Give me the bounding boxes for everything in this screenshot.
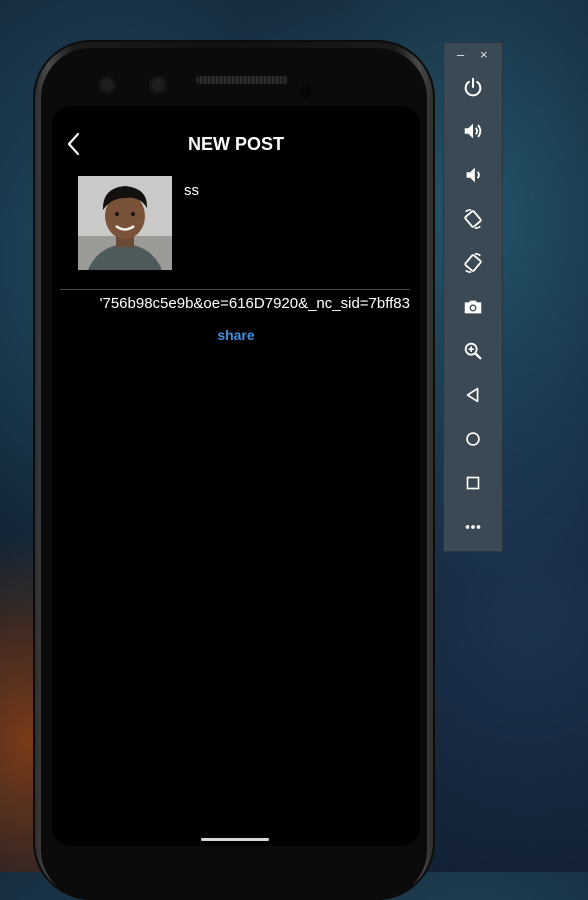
rotate-left-icon [464, 209, 482, 229]
volume-up-icon [464, 123, 482, 139]
back-button[interactable] [444, 380, 502, 410]
more-icon [465, 525, 481, 529]
person-photo [78, 176, 172, 270]
front-camera-left [98, 76, 116, 94]
screenshot-button[interactable] [444, 292, 502, 322]
close-button[interactable]: × [480, 47, 488, 62]
volume-down-button[interactable] [444, 160, 502, 190]
overview-square-icon [466, 476, 480, 490]
volume-down-icon [466, 167, 480, 183]
post-caption[interactable]: ss [184, 182, 199, 199]
volume-up-button[interactable] [444, 116, 502, 146]
home-circle-icon [466, 432, 480, 446]
power-icon [464, 77, 482, 97]
overview-button[interactable] [444, 468, 502, 498]
home-button[interactable] [444, 424, 502, 454]
app-screen: NEW POST ss '756b98c5e9b&oe=616D7920&_nc… [52, 106, 420, 846]
rotate-right-icon [464, 253, 482, 273]
camera-icon [464, 300, 482, 314]
post-image-thumbnail [78, 176, 172, 270]
more-button[interactable] [444, 512, 502, 542]
toolbar-window-controls: – × [444, 47, 502, 63]
home-indicator-bar[interactable] [201, 838, 269, 841]
rotate-right-button[interactable] [444, 248, 502, 278]
power-button[interactable] [444, 72, 502, 102]
divider [60, 289, 410, 290]
share-button[interactable]: share [52, 327, 420, 343]
rotate-left-button[interactable] [444, 204, 502, 234]
page-title: NEW POST [187, 134, 284, 154]
front-camera-right [149, 76, 167, 94]
earpiece-speaker [196, 76, 288, 84]
zoom-button[interactable] [444, 336, 502, 366]
minimize-button[interactable]: – [457, 47, 464, 62]
emulator-toolbar: – × [443, 42, 503, 552]
proximity-sensor [300, 85, 312, 97]
zoom-icon [464, 342, 482, 360]
back-triangle-icon [466, 387, 479, 403]
image-url-text: '756b98c5e9b&oe=616D7920&_nc_sid=7bff83 [99, 295, 410, 312]
